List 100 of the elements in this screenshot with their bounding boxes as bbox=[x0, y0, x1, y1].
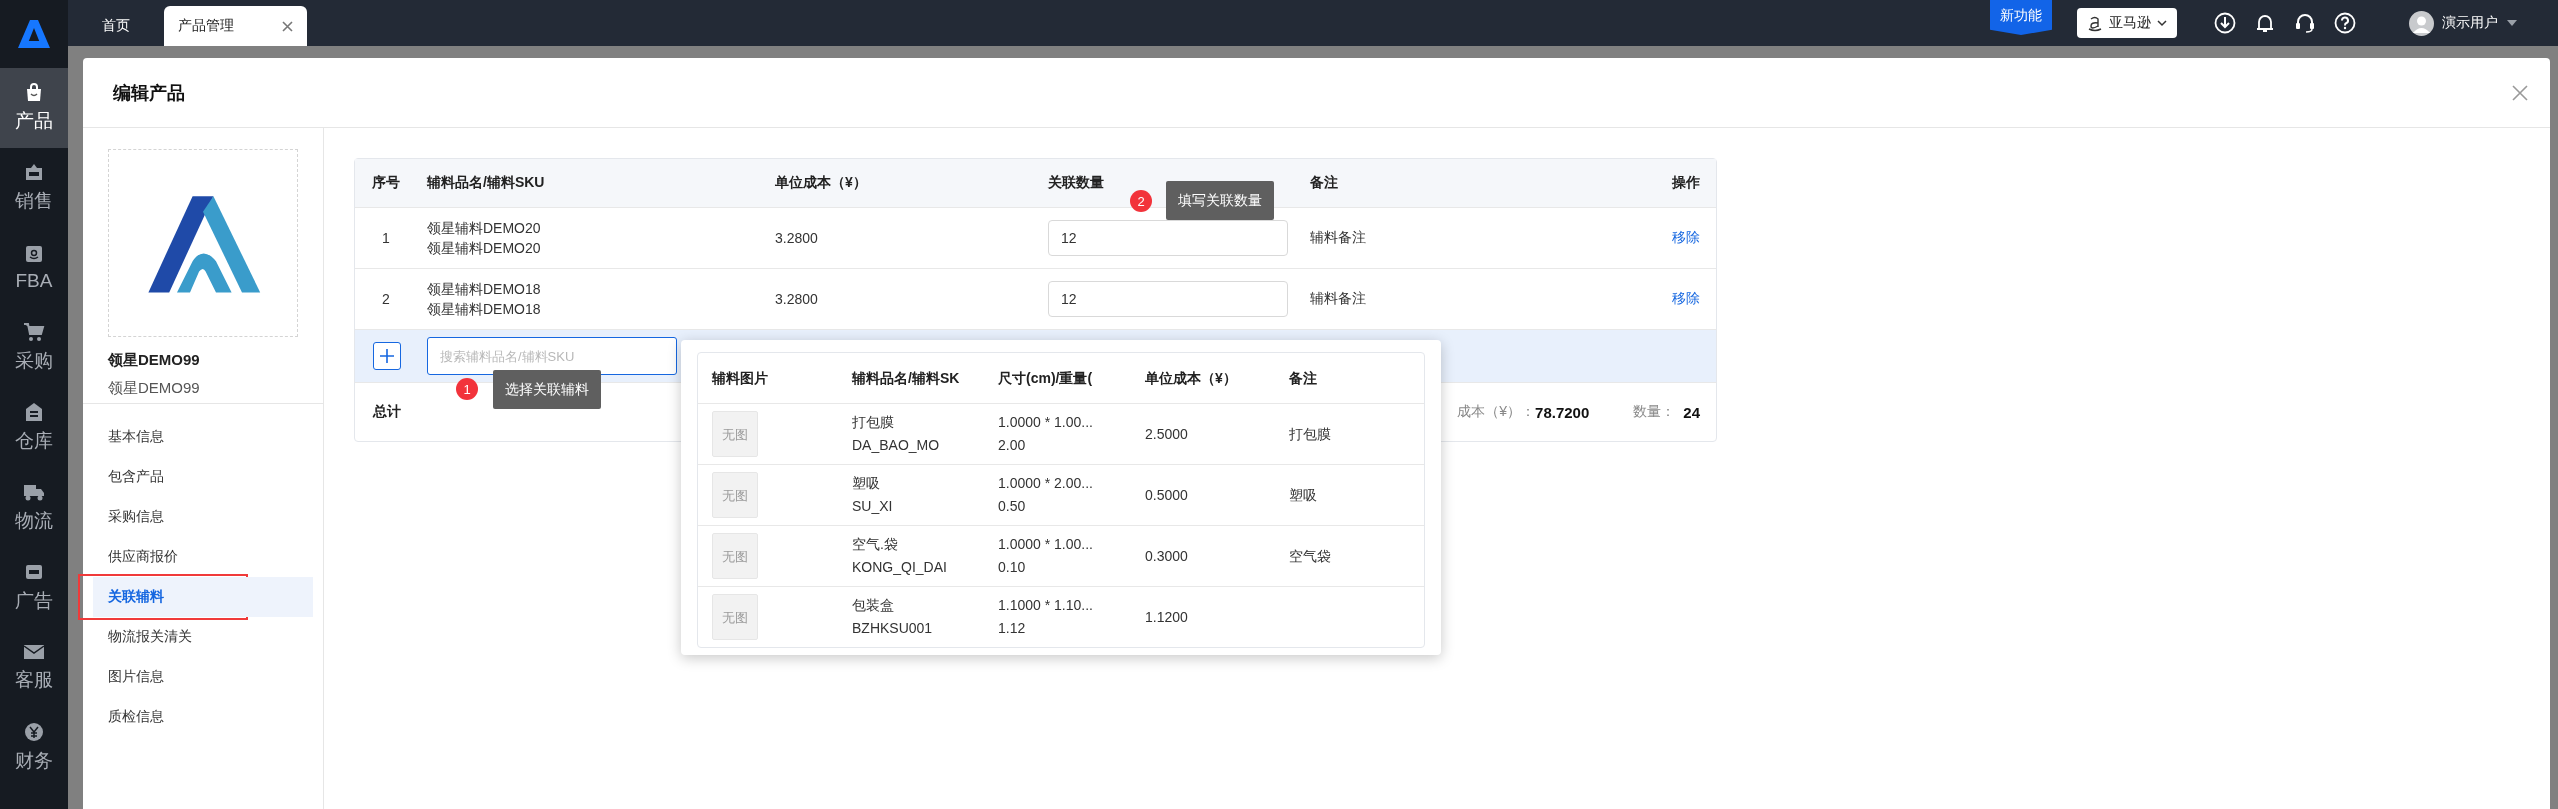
section-item[interactable]: 关联辅料 bbox=[93, 577, 313, 617]
step-badge: 1 bbox=[456, 378, 478, 400]
dialog-title: 编辑产品 bbox=[113, 81, 185, 105]
table-cell-text: 辅料备注 bbox=[1309, 229, 1367, 247]
remove-link[interactable]: 移除 bbox=[1672, 290, 1700, 306]
option-row[interactable]: 无图 打包膜 DA_BAO_MO 1.0000 * 1.00... 2.00 2.5000 打包膜 bbox=[698, 404, 1424, 465]
close-icon[interactable] bbox=[282, 20, 293, 32]
unit-cost: 2.5000 bbox=[1145, 425, 1188, 442]
caret-icon[interactable] bbox=[2506, 19, 2518, 27]
coin-icon bbox=[24, 722, 44, 742]
total-label: 总计 bbox=[373, 403, 401, 421]
size-text: 1.0000 * 1.00... bbox=[998, 535, 1094, 554]
weight-text: 1.12 bbox=[998, 619, 1027, 638]
material-sku: 领星辅料DEMO20 bbox=[427, 239, 542, 258]
unit-cost: 0.3000 bbox=[1145, 547, 1188, 564]
tile-icon bbox=[24, 244, 44, 264]
nav-item[interactable]: 财务 bbox=[0, 708, 68, 788]
column-header: 单位成本（¥） bbox=[775, 174, 868, 192]
material-name: 包装盒 bbox=[852, 596, 895, 615]
section-item[interactable]: 包含产品 bbox=[93, 457, 313, 497]
column-header: 辅料品名/辅料SKU bbox=[426, 174, 546, 192]
page-tab[interactable]: 产品管理 bbox=[164, 6, 307, 46]
image-placeholder: 无图 bbox=[712, 411, 758, 457]
weight-text: 0.10 bbox=[998, 558, 1027, 577]
marketplace-select[interactable]: 亚马逊 bbox=[2077, 8, 2177, 38]
product-sku: 领星DEMO99 bbox=[108, 379, 201, 398]
option-row[interactable]: 无图 包装盒 BZHKSU001 1.1000 * 1.10... 1.12 1.1200 bbox=[698, 587, 1424, 647]
material-sku: DA_BAO_MO bbox=[852, 436, 941, 455]
column-header: 关联数量 bbox=[1048, 174, 1105, 192]
note-text: 打包膜 bbox=[1289, 425, 1331, 442]
option-row[interactable]: 无图 塑吸 SU_XI 1.0000 * 2.00... 0.50 0.5000 塑吸 bbox=[698, 465, 1424, 526]
close-icon[interactable] bbox=[2512, 84, 2528, 101]
hint-tooltip: 填写关联数量 bbox=[1166, 181, 1274, 220]
weight-text: 2.00 bbox=[998, 436, 1027, 455]
material-sku: KONG_QI_DAI bbox=[852, 558, 948, 577]
image-placeholder: 无图 bbox=[712, 472, 758, 518]
option-row[interactable]: 无图 空气.袋 KONG_QI_DAI 1.0000 * 1.00... 0.10 0.3000 空气袋 bbox=[698, 526, 1424, 587]
remove-link[interactable]: 移除 bbox=[1672, 229, 1700, 245]
material-name: 领星辅料DEMO18 bbox=[427, 280, 542, 299]
nav-item[interactable]: 客服 bbox=[0, 628, 68, 708]
hint-tooltip: 选择关联辅料 bbox=[493, 370, 601, 409]
cart-icon bbox=[23, 322, 45, 342]
bell-icon[interactable] bbox=[2254, 12, 2276, 34]
table-cell-text: 3.2800 bbox=[775, 291, 819, 307]
house-icon bbox=[24, 402, 44, 422]
unit-cost: 0.5000 bbox=[1145, 486, 1188, 503]
user-name[interactable]: 演示用户 bbox=[2442, 14, 2498, 32]
section-item[interactable]: 质检信息 bbox=[93, 697, 313, 737]
material-name: 塑吸 bbox=[852, 474, 881, 493]
download-icon[interactable] bbox=[2214, 12, 2236, 34]
weight-text: 0.50 bbox=[998, 497, 1027, 516]
section-item[interactable]: 供应商报价 bbox=[93, 537, 313, 577]
note-text: 塑吸 bbox=[1289, 486, 1317, 503]
section-item[interactable]: 图片信息 bbox=[93, 657, 313, 697]
table-cell-text: 1 bbox=[381, 230, 391, 246]
section-item[interactable]: 采购信息 bbox=[93, 497, 313, 537]
material-sku: 领星辅料DEMO18 bbox=[427, 300, 542, 319]
quantity-field[interactable]: 12 bbox=[1048, 220, 1288, 256]
nav-item[interactable]: 销售 bbox=[0, 148, 68, 228]
envelope-icon bbox=[23, 643, 45, 661]
step-badge: 2 bbox=[1130, 190, 1152, 212]
quantity-field[interactable]: 12 bbox=[1048, 281, 1288, 317]
page-tab[interactable]: 首页 bbox=[88, 6, 144, 46]
material-sku: SU_XI bbox=[852, 497, 894, 516]
nav-item[interactable]: 广告 bbox=[0, 548, 68, 628]
search-field[interactable]: 搜索辅料品名/辅料SKU bbox=[427, 337, 677, 375]
column-header: 操作 bbox=[1671, 174, 1701, 192]
section-item[interactable]: 基本信息 bbox=[93, 417, 313, 457]
total-cost: 78.7200 bbox=[1535, 403, 1590, 421]
size-text: 1.0000 * 1.00... bbox=[998, 413, 1094, 432]
column-header: 辅料品名/辅料SK bbox=[851, 368, 961, 388]
column-header: 备注 bbox=[1288, 368, 1318, 388]
column-header: 单位成本（¥） bbox=[1144, 368, 1238, 388]
nav-item[interactable]: FBA bbox=[0, 228, 68, 308]
section-item[interactable]: 物流报关清关 bbox=[93, 617, 313, 657]
avatar-icon[interactable] bbox=[2409, 10, 2434, 36]
column-header: 备注 bbox=[1309, 174, 1339, 192]
add-button[interactable] bbox=[373, 342, 401, 370]
new-feature-badge[interactable]: 新功能 bbox=[1990, 0, 2052, 35]
nav-item[interactable]: 产品 bbox=[0, 68, 68, 148]
size-text: 1.1000 * 1.10... bbox=[998, 596, 1094, 615]
nav-item[interactable]: 物流 bbox=[0, 468, 68, 548]
tile-icon bbox=[24, 562, 44, 582]
logo-icon[interactable] bbox=[16, 19, 52, 49]
help-icon[interactable] bbox=[2334, 12, 2356, 34]
material-name: 领星辅料DEMO20 bbox=[427, 219, 542, 238]
chevron-icon bbox=[2157, 19, 2167, 27]
column-header: 序号 bbox=[371, 174, 401, 192]
headset-icon[interactable] bbox=[2294, 12, 2316, 34]
tag-icon bbox=[24, 162, 44, 182]
size-text: 1.0000 * 2.00... bbox=[998, 474, 1094, 493]
nav-item[interactable]: 仓库 bbox=[0, 388, 68, 468]
image-placeholder: 无图 bbox=[712, 594, 758, 640]
cost-label: 成本（¥）： bbox=[1457, 403, 1536, 421]
bag-icon bbox=[24, 82, 44, 102]
table-cell-text: 3.2800 bbox=[775, 230, 819, 246]
material-name: 空气.袋 bbox=[852, 535, 899, 554]
material-name: 打包膜 bbox=[852, 413, 895, 432]
unit-cost: 1.1200 bbox=[1145, 608, 1188, 625]
nav-item[interactable]: 采购 bbox=[0, 308, 68, 388]
